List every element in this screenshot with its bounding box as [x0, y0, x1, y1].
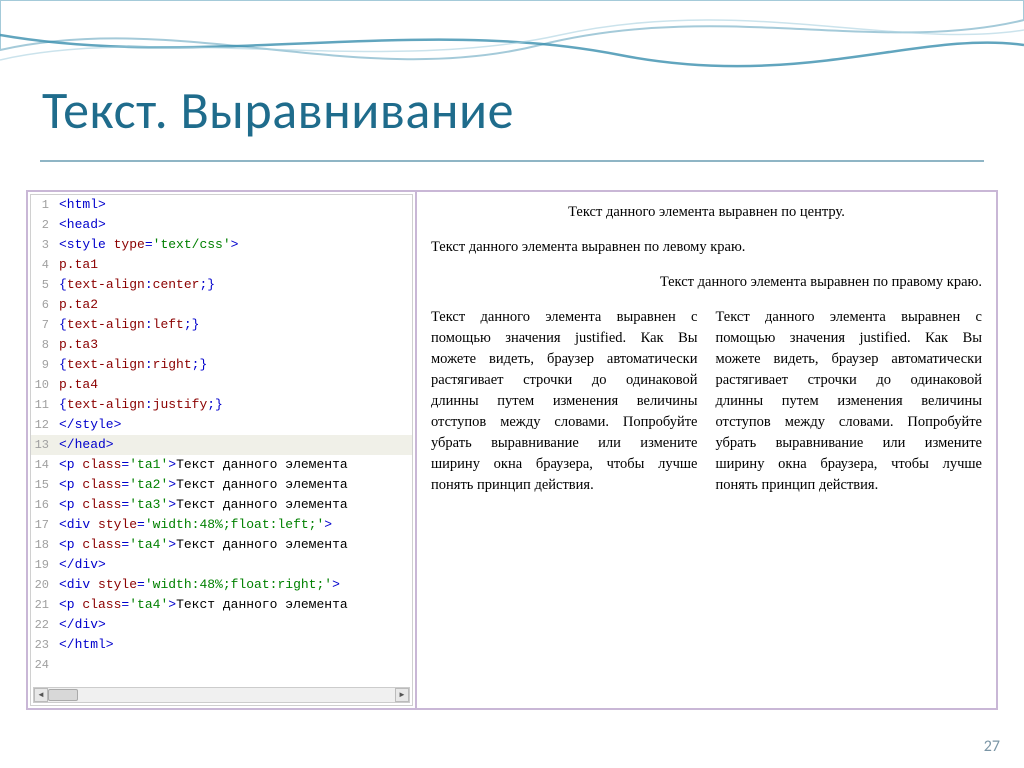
paragraph-center: Текст данного элемента выравнен по центр…: [431, 202, 982, 223]
justified-columns: Текст данного элемента выравнен с помощь…: [431, 307, 982, 496]
code-line: 11{text-align:justify;}: [31, 395, 412, 415]
code-line: 8p.ta3: [31, 335, 412, 355]
code-line: 21<p class='ta4'>Текст данного элемента: [31, 595, 412, 615]
scrollbar-thumb[interactable]: [48, 689, 78, 701]
code-line: 15<p class='ta2'>Текст данного элемента: [31, 475, 412, 495]
code-line: 14<p class='ta1'>Текст данного элемента: [31, 455, 412, 475]
code-line: 13</head>: [31, 435, 412, 455]
code-line: 10p.ta4: [31, 375, 412, 395]
code-line: 12</style>: [31, 415, 412, 435]
code-line: 16<p class='ta3'>Текст данного элемента: [31, 495, 412, 515]
code-editor[interactable]: 1<html>2<head>3<style type='text/css'>4p…: [30, 194, 413, 706]
code-line: 2<head>: [31, 215, 412, 235]
code-line: 4p.ta1: [31, 255, 412, 275]
code-line: 24: [31, 655, 412, 675]
slide-title: Текст. Выравнивание: [42, 78, 514, 142]
code-line: 17<div style='width:48%;float:left;'>: [31, 515, 412, 535]
title-underline: [40, 160, 984, 162]
code-line: 23</html>: [31, 635, 412, 655]
paragraph-right: Текст данного элемента выравнен по право…: [431, 272, 982, 293]
code-line: 6p.ta2: [31, 295, 412, 315]
justified-column-right: Текст данного элемента выравнен с помощь…: [716, 307, 983, 496]
code-editor-panel: 1<html>2<head>3<style type='text/css'>4p…: [28, 192, 417, 708]
code-line: 5{text-align:center;}: [31, 275, 412, 295]
slide: Текст. Выравнивание 1<html>2<head>3<styl…: [0, 0, 1024, 768]
horizontal-scrollbar[interactable]: ◄ ►: [33, 687, 410, 703]
code-line: 7{text-align:left;}: [31, 315, 412, 335]
code-line: 20<div style='width:48%;float:right;'>: [31, 575, 412, 595]
code-line: 22</div>: [31, 615, 412, 635]
justified-column-left: Текст данного элемента выравнен с помощь…: [431, 307, 698, 496]
code-line: 3<style type='text/css'>: [31, 235, 412, 255]
code-line: 1<html>: [31, 195, 412, 215]
page-number: 27: [984, 737, 1000, 756]
code-line: 9{text-align:right;}: [31, 355, 412, 375]
code-line: 18<p class='ta4'>Текст данного элемента: [31, 535, 412, 555]
scroll-right-arrow-icon[interactable]: ►: [395, 688, 409, 702]
render-preview-panel: Текст данного элемента выравнен по центр…: [417, 192, 996, 708]
content-container: 1<html>2<head>3<style type='text/css'>4p…: [26, 190, 998, 710]
scroll-left-arrow-icon[interactable]: ◄: [34, 688, 48, 702]
code-lines: 1<html>2<head>3<style type='text/css'>4p…: [31, 195, 412, 675]
code-line: 19</div>: [31, 555, 412, 575]
paragraph-left: Текст данного элемента выравнен по левом…: [431, 237, 982, 258]
